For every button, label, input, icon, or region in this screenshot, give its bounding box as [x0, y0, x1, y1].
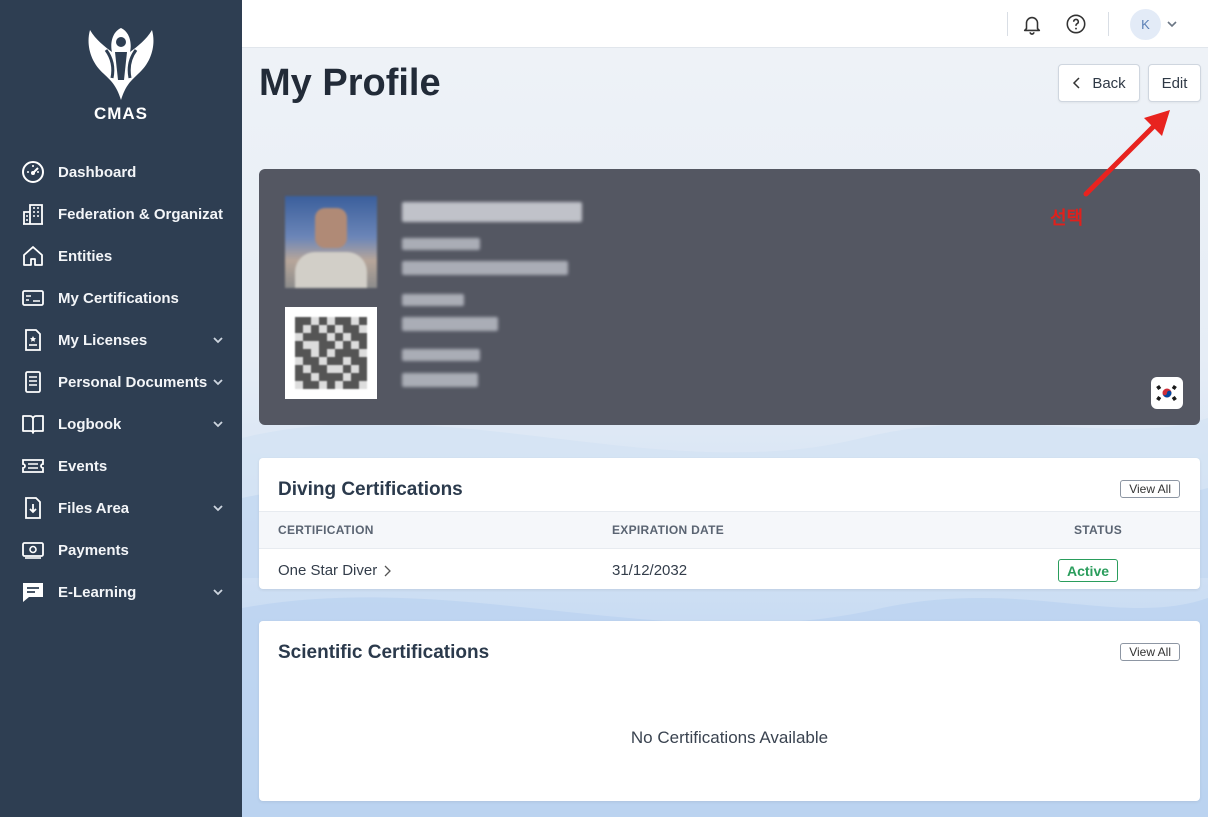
certification-link[interactable]: One Star Diver	[278, 562, 392, 579]
back-button-label: Back	[1092, 74, 1126, 92]
back-button[interactable]: Back	[1058, 64, 1140, 102]
edit-button-label: Edit	[1161, 74, 1188, 92]
edit-button[interactable]: Edit	[1148, 64, 1201, 102]
annotation-arrow-icon	[1083, 110, 1170, 197]
diving-certifications-card: Diving Certifications View All CERTIFICA…	[259, 458, 1200, 589]
sidebar-item-entities[interactable]: Entities	[0, 235, 242, 277]
column-header-expiration-date: EXPIRATION DATE	[612, 523, 725, 537]
sidebar-item-payments[interactable]: Payments	[0, 529, 242, 571]
redacted-value	[402, 317, 498, 331]
help-icon[interactable]	[1064, 12, 1088, 36]
column-header-certification: CERTIFICATION	[278, 523, 374, 537]
sidebar-item-label: Logbook	[58, 415, 122, 433]
redacted-name	[402, 202, 582, 222]
sidebar-item-my-licenses[interactable]: My Licenses	[0, 319, 242, 361]
status-badge: Active	[1058, 559, 1119, 582]
korea-flag-icon	[1151, 377, 1183, 409]
chevron-down-icon	[212, 417, 224, 435]
sidebar-item-federation[interactable]: Federation & Organizatio	[0, 193, 242, 235]
building-icon	[20, 201, 46, 227]
divider	[1108, 12, 1109, 36]
cmas-emblem-icon	[88, 28, 154, 100]
sidebar-item-label: Federation & Organizatio	[58, 205, 224, 223]
empty-state-text: No Certifications Available	[630, 728, 829, 747]
sidebar-item-personal-documents[interactable]: Personal Documents	[0, 361, 242, 403]
sidebar-item-label: Dashboard	[58, 163, 137, 181]
home-icon	[20, 243, 46, 269]
cmas-logo[interactable]: CMAS	[76, 22, 166, 127]
expiration-date: 31/12/2032	[612, 562, 688, 579]
certificate-card-icon	[20, 285, 46, 311]
view-all-button[interactable]: View All	[1120, 643, 1180, 661]
file-download-icon	[20, 495, 46, 521]
certification-name: One Star Diver	[278, 562, 378, 579]
chevron-down-icon	[212, 375, 224, 393]
sidebar: CMAS Dashboard Federation & Organizatio …	[0, 0, 242, 817]
chat-icon	[20, 579, 46, 605]
book-icon	[20, 411, 46, 437]
sidebar-item-e-learning[interactable]: E-Learning	[0, 571, 242, 613]
sidebar-item-label: Payments	[58, 541, 129, 559]
qr-code	[285, 307, 377, 399]
card-title: Scientific Certifications	[278, 642, 490, 663]
divider	[1007, 12, 1008, 36]
sidebar-item-label: My Licenses	[58, 331, 148, 349]
redacted-label	[402, 238, 480, 250]
chevron-down-icon	[212, 333, 224, 351]
sidebar-item-events[interactable]: Events	[0, 445, 242, 487]
avatar[interactable]: K	[1130, 9, 1161, 40]
sidebar-item-files-area[interactable]: Files Area	[0, 487, 242, 529]
logo-text: CMAS	[93, 104, 149, 123]
card-title: Diving Certifications	[278, 479, 463, 500]
chevron-down-icon	[212, 585, 224, 603]
chevron-down-icon	[212, 501, 224, 519]
license-doc-icon	[20, 327, 46, 353]
chevron-right-icon	[383, 565, 392, 577]
annotation-text: 선택	[1050, 208, 1084, 228]
sidebar-item-label: Files Area	[58, 499, 130, 517]
redacted-label	[402, 294, 464, 306]
sidebar-item-dashboard[interactable]: Dashboard	[0, 151, 242, 193]
redacted-value	[402, 261, 568, 275]
sidebar-nav: Dashboard Federation & Organizatio Entit…	[0, 151, 242, 613]
ticket-icon	[20, 453, 46, 479]
table-header	[259, 511, 1200, 549]
sidebar-item-label: Entities	[58, 247, 113, 265]
profile-photo	[285, 196, 377, 288]
top-bar: K	[242, 0, 1208, 48]
column-header-status: STATUS	[1074, 523, 1123, 537]
chevron-left-icon	[1072, 77, 1082, 89]
sidebar-item-logbook[interactable]: Logbook	[0, 403, 242, 445]
document-icon	[20, 369, 46, 395]
sidebar-item-label: Events	[58, 457, 108, 475]
sidebar-item-label: Personal Documents	[58, 373, 208, 391]
sidebar-item-label: E-Learning	[58, 583, 137, 601]
page-title: My Profile	[259, 62, 441, 104]
redacted-value	[402, 373, 478, 387]
view-all-button[interactable]: View All	[1120, 480, 1180, 498]
gauge-icon	[20, 159, 46, 185]
redacted-label	[402, 349, 480, 361]
scientific-certifications-card: Scientific Certifications View All No Ce…	[259, 621, 1200, 801]
bell-icon[interactable]	[1020, 12, 1044, 36]
money-icon	[20, 537, 46, 563]
sidebar-item-label: My Certifications	[58, 289, 179, 307]
chevron-down-icon[interactable]	[1160, 12, 1184, 36]
sidebar-item-my-certifications[interactable]: My Certifications	[0, 277, 242, 319]
